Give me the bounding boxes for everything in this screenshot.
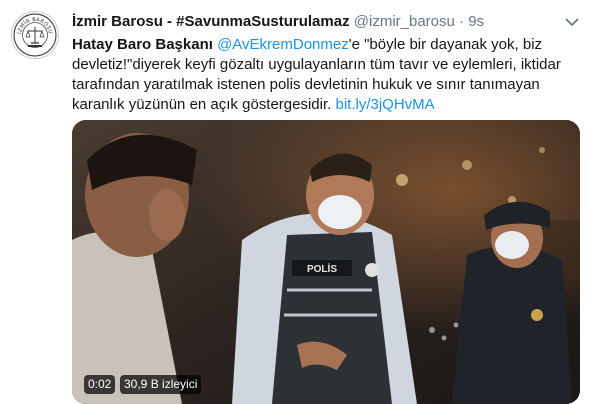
author-name[interactable]: İzmir Barosu - #SavunmaSusturulamaz (72, 13, 350, 30)
video-player[interactable]: POLİS 0:02 30,9 B izleyici (72, 120, 580, 404)
vest-label: POLİS (307, 262, 337, 275)
tweet-header: İzmir Barosu - #SavunmaSusturulamaz @izm… (72, 12, 555, 32)
tweet-text: Hatay Baro Başkanı @AvEkremDonmez'e "böy… (72, 35, 577, 115)
izmir-barosu-logo-icon: İZMİR BAROSU (13, 13, 57, 57)
separator-dot: · (459, 13, 465, 30)
video-time-badge: 0:02 (84, 375, 116, 394)
tweet-time[interactable]: 9s (468, 13, 484, 30)
short-link[interactable]: bit.ly/3jQHvMA (336, 96, 435, 113)
chevron-down-icon[interactable] (563, 13, 581, 31)
video-views-badge: 30,9 B izleyici (120, 375, 202, 394)
mention-link[interactable]: @AvEkremDonmez (217, 36, 349, 53)
tweet[interactable]: İZMİR BAROSU İzmir Barosu - #SavunmaSust… (0, 0, 595, 404)
author-handle[interactable]: @izmir_barosu (354, 13, 455, 30)
avatar[interactable]: İZMİR BAROSU (11, 11, 59, 59)
tweet-text-bold: Hatay Baro Başkanı (72, 36, 213, 53)
video-frame: POLİS (72, 120, 580, 404)
